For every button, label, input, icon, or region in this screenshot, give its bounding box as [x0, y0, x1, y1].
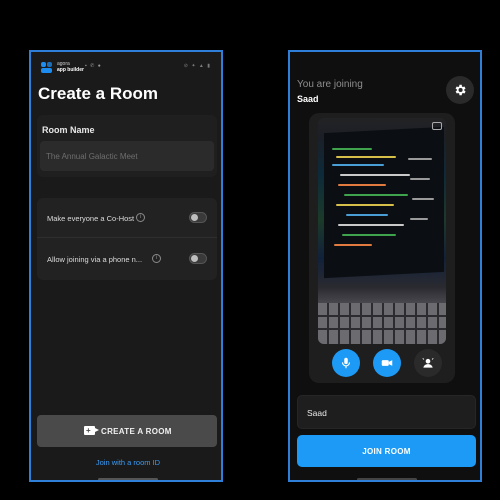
preview-code-line: [332, 164, 384, 166]
room-name-card: Room Name The Annual Galactic Meet: [37, 115, 217, 177]
display-name-value: Saad: [307, 408, 327, 418]
create-room-label: CREATE A ROOM: [101, 427, 172, 436]
mic-toggle-button[interactable]: [332, 349, 360, 377]
preview-code-line: [344, 194, 408, 196]
preview-code-line: [410, 218, 428, 220]
join-room-button[interactable]: [297, 435, 476, 467]
preview-code-line: [334, 244, 372, 246]
camera-toggle-button[interactable]: [373, 349, 401, 377]
preview-code-line: [342, 234, 396, 236]
person-effects-icon: [422, 358, 434, 368]
preview-code-line: [338, 184, 386, 186]
brand-line-2: app builder: [57, 67, 84, 73]
preview-code-line: [346, 214, 388, 216]
preview-code-line: [410, 178, 430, 180]
info-icon[interactable]: i: [152, 254, 161, 263]
page-title: Create a Room: [38, 84, 158, 103]
create-room-screen: agora app builder ▪ ✆ ● ⊘ ✦ ▲ ▮ Create a…: [29, 50, 223, 482]
agora-logo: [41, 62, 53, 74]
video-camera-icon: [381, 360, 393, 366]
video-add-icon: +: [84, 426, 99, 435]
home-indicator: [357, 478, 417, 480]
info-icon[interactable]: i: [136, 213, 145, 222]
option-row-phone: Allow joining via a phone n... i: [37, 239, 217, 279]
notification-icons: ▪ ✆ ●: [85, 63, 102, 69]
home-indicator: [98, 478, 158, 480]
room-name-label: Room Name: [42, 125, 95, 135]
preview-code-line: [336, 204, 394, 206]
toggle-knob: [191, 214, 198, 221]
preview-keyboard: [318, 303, 446, 344]
joining-label: You are joining: [297, 79, 363, 90]
option-row-cohost: Make everyone a Co-Host i: [37, 198, 217, 238]
phone-join-toggle[interactable]: [189, 253, 207, 264]
room-options-card: Make everyone a Co-Host i Allow joining …: [37, 198, 217, 280]
preview-code-line: [412, 198, 434, 200]
settings-button[interactable]: [446, 76, 474, 104]
precall-screen: You are joining Saad Saad JOIN ROOM: [288, 50, 482, 482]
preview-code-line: [338, 224, 404, 226]
video-preview-card: [309, 113, 455, 383]
option-label-cohost: Make everyone a Co-Host: [47, 214, 135, 223]
status-bar: agora app builder ▪ ✆ ● ⊘ ✦ ▲ ▮: [37, 58, 217, 76]
microphone-icon: [341, 357, 351, 369]
preview-keyboard-row: [318, 315, 446, 317]
option-label-phone: Allow joining via a phone n...: [47, 255, 143, 264]
toggle-knob: [191, 255, 198, 262]
system-status-icons: ⊘ ✦ ▲ ▮: [183, 63, 211, 69]
preview-keyboard-row: [318, 328, 446, 330]
preview-code-line: [336, 156, 396, 158]
meeting-name: Saad: [297, 94, 319, 104]
create-room-button[interactable]: + CREATE A ROOM: [37, 415, 217, 447]
preview-code-line: [408, 158, 432, 160]
room-name-placeholder: The Annual Galactic Meet: [46, 152, 138, 161]
preview-code-line: [340, 174, 410, 176]
preview-code-line: [332, 148, 372, 150]
effects-button[interactable]: [414, 349, 442, 377]
camera-preview: [318, 118, 446, 344]
gear-icon: [455, 84, 466, 96]
switch-camera-icon[interactable]: [432, 122, 442, 130]
cohost-toggle[interactable]: [189, 212, 207, 223]
join-with-room-id-link[interactable]: Join with a room ID: [31, 458, 221, 467]
brand-text: agora app builder: [57, 61, 84, 73]
